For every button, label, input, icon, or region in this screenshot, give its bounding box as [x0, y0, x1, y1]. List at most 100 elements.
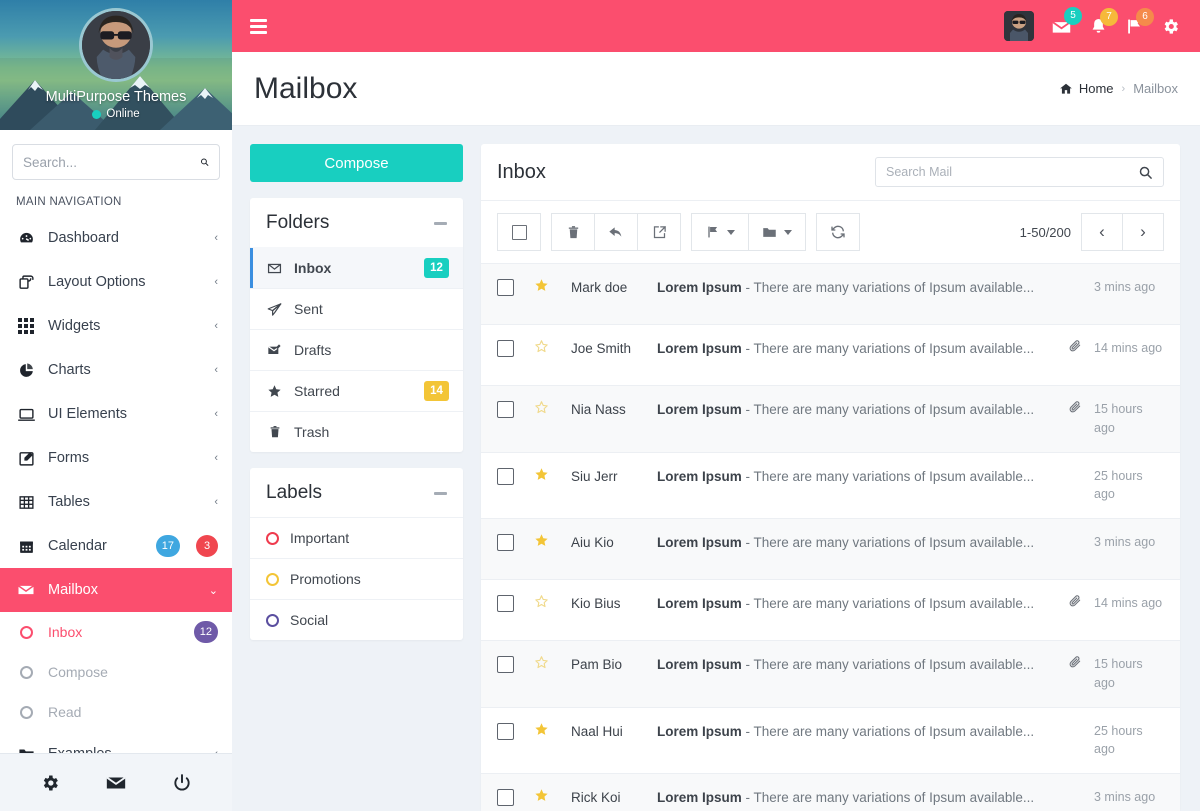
- mail-row[interactable]: Nia Nass Lorem Ipsum - There are many var…: [481, 385, 1180, 452]
- mail-row[interactable]: Joe Smith Lorem Ipsum - There are many va…: [481, 324, 1180, 385]
- refresh-button[interactable]: [816, 213, 860, 251]
- star-icon: [266, 384, 283, 399]
- sidebar-item-ui-elements[interactable]: UI Elements ‹: [0, 392, 232, 436]
- chevron-left-icon: ‹: [214, 452, 218, 464]
- sidebar-item-tables[interactable]: Tables ‹: [0, 480, 232, 524]
- flag-dropdown-button[interactable]: [691, 213, 749, 251]
- mail-row-subject: Lorem Ipsum - There are many variations …: [657, 655, 1064, 675]
- trash-icon: [568, 225, 578, 238]
- sidebar-search-box[interactable]: [12, 144, 220, 180]
- mail-row[interactable]: Siu Jerr Lorem Ipsum - There are many var…: [481, 451, 1180, 519]
- mail-row[interactable]: Naal Hui Lorem Ipsum - There are many var…: [481, 706, 1180, 774]
- envelope-icon[interactable]: [105, 772, 127, 794]
- draft-envelope-icon: [266, 342, 283, 358]
- sidebar-subitem-compose[interactable]: Compose: [0, 652, 232, 692]
- sidebar-subitem-inbox[interactable]: Inbox 12: [0, 612, 232, 652]
- mail-row[interactable]: Mark doe Lorem Ipsum - There are many var…: [481, 263, 1180, 324]
- sidebar-item-layout-options[interactable]: Layout Options ‹: [0, 260, 232, 304]
- circle-outline-icon: [16, 625, 36, 639]
- mail-row-star-icon[interactable]: [534, 655, 552, 675]
- label-item-important[interactable]: Important: [250, 517, 463, 558]
- topbar-mail-icon-button[interactable]: 5: [1051, 6, 1082, 37]
- pagination-next-button[interactable]: ›: [1122, 213, 1164, 251]
- mail-row-checkbox[interactable]: [497, 401, 514, 418]
- breadcrumb-home[interactable]: Home: [1059, 81, 1114, 96]
- folder-item-sent[interactable]: Sent: [250, 288, 463, 329]
- sidebar-item-forms-label: Forms: [48, 450, 90, 466]
- mail-row-star-icon[interactable]: [534, 533, 552, 553]
- sidebar-item-dashboard[interactable]: Dashboard ‹: [0, 216, 232, 260]
- folder-icon: [763, 227, 776, 237]
- mail-row-star-icon[interactable]: [534, 594, 552, 614]
- compose-button[interactable]: Compose: [250, 144, 463, 182]
- pagination-prev-button[interactable]: ‹: [1081, 213, 1123, 251]
- mail-row-star-icon[interactable]: [534, 722, 552, 742]
- labels-card: Labels Important Promotions Social: [250, 468, 463, 640]
- mail-row-star-icon[interactable]: [534, 788, 552, 808]
- mail-row-checkbox[interactable]: [497, 722, 514, 740]
- power-icon[interactable]: [172, 773, 192, 793]
- mail-row-checkbox[interactable]: [497, 534, 514, 551]
- hamburger-icon[interactable]: [250, 18, 267, 34]
- home-icon: [1060, 83, 1072, 94]
- label-item-promotions[interactable]: Promotions: [250, 558, 463, 599]
- reply-button[interactable]: [594, 213, 638, 251]
- sidebar-item-calendar[interactable]: Calendar 17 3: [0, 524, 232, 568]
- trash-icon: [266, 425, 283, 439]
- topbar-avatar[interactable]: [1004, 11, 1034, 41]
- folders-card-title: Folders: [266, 212, 330, 233]
- mail-row[interactable]: Kio Bius Lorem Ipsum - There are many var…: [481, 579, 1180, 640]
- mail-search-input[interactable]: [886, 165, 1138, 179]
- sidebar-item-forms[interactable]: Forms ‹: [0, 436, 232, 480]
- minus-icon[interactable]: [434, 491, 447, 495]
- folder-item-starred[interactable]: Starred 14: [250, 370, 463, 411]
- mail-row-checkbox[interactable]: [497, 467, 514, 485]
- mail-row-preview: - There are many variations of Ipsum ava…: [741, 790, 1035, 805]
- mail-row[interactable]: Rick Koi Lorem Ipsum - There are many var…: [481, 773, 1180, 811]
- sidebar-item-charts[interactable]: Charts ‹: [0, 348, 232, 392]
- mail-row-checkbox[interactable]: [497, 595, 514, 612]
- folder-item-inbox[interactable]: Inbox 12: [250, 247, 463, 288]
- sidebar-item-mailbox[interactable]: Mailbox ⌄: [0, 568, 232, 612]
- mail-row-time: 3 mins ago: [1094, 790, 1156, 804]
- sidebar-item-layout-options-label: Layout Options: [48, 274, 146, 290]
- mail-search-box[interactable]: [875, 157, 1164, 187]
- label-item-social[interactable]: Social: [250, 599, 463, 640]
- sidebar-subitem-inbox-badge: 12: [193, 621, 218, 643]
- sidebar-item-examples[interactable]: Examples ‹: [0, 732, 232, 753]
- circle-outline-icon: [16, 665, 36, 679]
- mail-row-star-icon[interactable]: [534, 339, 552, 359]
- inbox-envelope-icon: [266, 261, 283, 276]
- search-icon[interactable]: [200, 154, 209, 170]
- mail-row-checkbox[interactable]: [497, 656, 514, 673]
- folder-item-trash-label: Trash: [294, 424, 330, 440]
- mail-row-star-icon[interactable]: [534, 278, 552, 298]
- folder-item-trash[interactable]: Trash: [250, 411, 463, 452]
- gear-icon[interactable]: [40, 773, 60, 793]
- search-icon[interactable]: [1138, 165, 1153, 180]
- sidebar-subitem-read[interactable]: Read: [0, 692, 232, 732]
- delete-button[interactable]: [551, 213, 595, 251]
- reply-icon: [609, 227, 622, 237]
- mail-row[interactable]: Aiu Kio Lorem Ipsum - There are many vari…: [481, 518, 1180, 579]
- forward-button[interactable]: [637, 213, 681, 251]
- folder-dropdown-button[interactable]: [748, 213, 806, 251]
- mail-row-checkbox[interactable]: [497, 789, 514, 806]
- topbar-flag-icon-button[interactable]: 6: [1125, 7, 1154, 36]
- mail-row-star-icon[interactable]: [534, 467, 552, 487]
- mail-row-checkbox[interactable]: [497, 279, 514, 296]
- topbar-bell-icon-button[interactable]: 7: [1089, 7, 1118, 36]
- topbar-settings-icon-button[interactable]: [1161, 17, 1180, 36]
- folder-item-drafts[interactable]: Drafts: [250, 329, 463, 370]
- mail-row-star-icon[interactable]: [534, 400, 552, 420]
- topbar-mail-badge: 5: [1064, 6, 1082, 25]
- topbar-flag-badge: 6: [1136, 7, 1154, 26]
- minus-icon[interactable]: [434, 221, 447, 225]
- mail-list: Mark doe Lorem Ipsum - There are many var…: [481, 263, 1180, 811]
- mail-row-checkbox[interactable]: [497, 340, 514, 357]
- sidebar-search-input[interactable]: [23, 154, 200, 170]
- mail-row[interactable]: Pam Bio Lorem Ipsum - There are many vari…: [481, 640, 1180, 707]
- mail-row-subject-title: Lorem Ipsum: [657, 341, 742, 356]
- sidebar-item-widgets[interactable]: Widgets ‹: [0, 304, 232, 348]
- select-all-checkbox-button[interactable]: [497, 213, 541, 251]
